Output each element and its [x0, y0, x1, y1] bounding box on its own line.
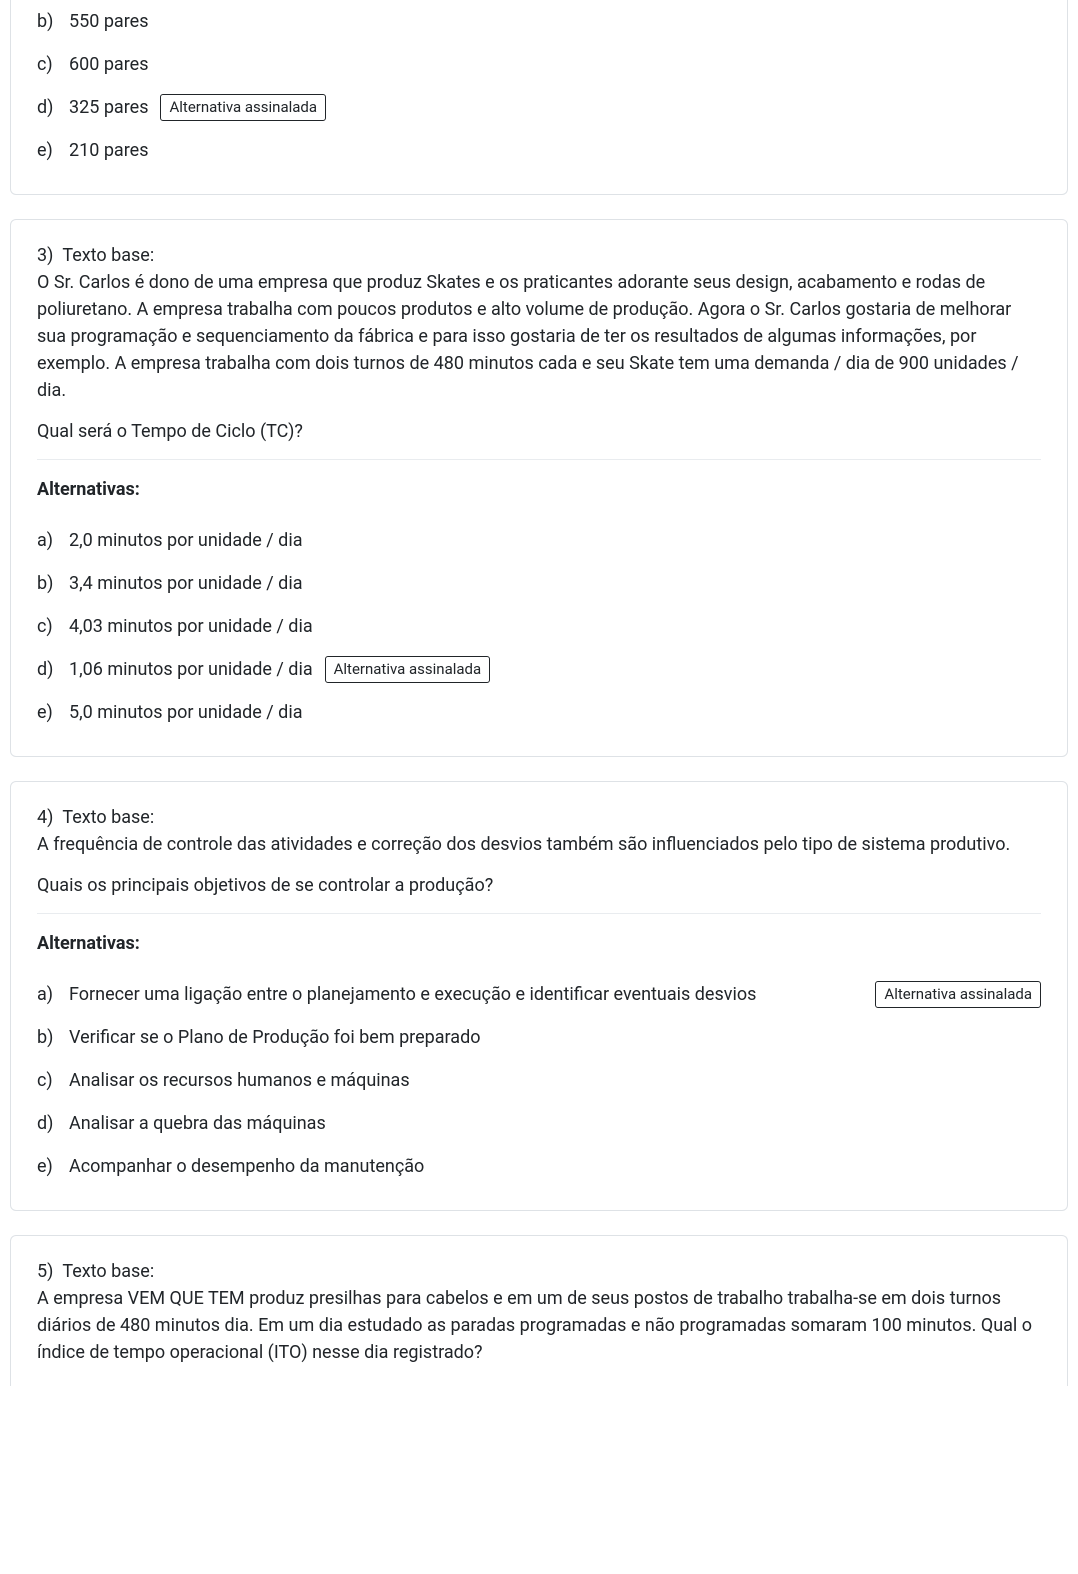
- question-number: 5): [37, 1261, 53, 1282]
- alternative-item: d) 1,06 minutos por unidade / dia Altern…: [37, 648, 1041, 691]
- alternative-text: 5,0 minutos por unidade / dia: [69, 699, 303, 726]
- alternative-item: e) Acompanhar o desempenho da manutenção: [37, 1145, 1041, 1188]
- alternative-item: e) 210 pares: [37, 129, 1041, 172]
- alternatives-list: a) Fornecer uma ligação entre o planejam…: [37, 973, 1041, 1188]
- alternative-text: 600 pares: [69, 51, 148, 78]
- alternative-text: 2,0 minutos por unidade / dia: [69, 527, 303, 554]
- alternative-item: c) Analisar os recursos humanos e máquin…: [37, 1059, 1041, 1102]
- alternative-text: 325 pares: [69, 94, 148, 121]
- alternative-item: b) Verificar se o Plano de Produção foi …: [37, 1016, 1041, 1059]
- separator: [37, 459, 1041, 460]
- question-card-3: 3) Texto base: O Sr. Carlos é dono de um…: [10, 219, 1068, 757]
- alternative-letter: d): [37, 94, 59, 121]
- alternatives-list: a) 2,0 minutos por unidade / dia b) 3,4 …: [37, 519, 1041, 734]
- alternative-letter: d): [37, 1110, 59, 1137]
- question-card-5-partial: 5) Texto base: A empresa VEM QUE TEM pro…: [10, 1235, 1068, 1386]
- alternative-text: Analisar a quebra das máquinas: [69, 1110, 326, 1137]
- question-prompt: Qual será o Tempo de Ciclo (TC)?: [37, 418, 1041, 445]
- base-text: A frequência de controle das atividades …: [37, 834, 1010, 855]
- alternative-text: 550 pares: [69, 8, 148, 35]
- alternative-text: Fornecer uma ligação entre o planejament…: [69, 981, 845, 1008]
- alternative-item: c) 600 pares: [37, 43, 1041, 86]
- alternative-item: a) Fornecer uma ligação entre o planejam…: [37, 973, 1041, 1016]
- question-prompt: Quais os principais objetivos de se cont…: [37, 872, 1041, 899]
- alternative-letter: e): [37, 699, 59, 726]
- alternative-letter: c): [37, 1067, 59, 1094]
- alternative-text: Analisar os recursos humanos e máquinas: [69, 1067, 410, 1094]
- alternative-text: 1,06 minutos por unidade / dia: [69, 656, 313, 683]
- base-label: Texto base:: [62, 1261, 154, 1282]
- question-number: 4): [37, 807, 53, 828]
- alternative-text: 210 pares: [69, 137, 148, 164]
- alternatives-heading: Alternativas:: [37, 930, 1041, 957]
- alternative-letter: b): [37, 1024, 59, 1051]
- base-text: A empresa VEM QUE TEM produz presilhas p…: [37, 1288, 1032, 1363]
- question-base: 5) Texto base: A empresa VEM QUE TEM pro…: [37, 1258, 1041, 1366]
- alternative-letter: c): [37, 51, 59, 78]
- alternative-letter: b): [37, 8, 59, 35]
- alternative-item: d) 325 pares Alternativa assinalada: [37, 86, 1041, 129]
- alternatives-heading: Alternativas:: [37, 476, 1041, 503]
- alternative-letter: b): [37, 570, 59, 597]
- alternative-letter: e): [37, 1153, 59, 1180]
- question-number: 3): [37, 245, 53, 266]
- alternative-item: e) 5,0 minutos por unidade / dia: [37, 691, 1041, 734]
- alternative-letter: e): [37, 137, 59, 164]
- alternative-letter: a): [37, 527, 59, 554]
- alternative-letter: c): [37, 613, 59, 640]
- alternative-item: b) 550 pares: [37, 0, 1041, 43]
- base-text: O Sr. Carlos é dono de uma empresa que p…: [37, 272, 1019, 401]
- question-base: 4) Texto base: A frequência de controle …: [37, 804, 1041, 858]
- alternative-letter: d): [37, 656, 59, 683]
- alternative-item: d) Analisar a quebra das máquinas: [37, 1102, 1041, 1145]
- question-base: 3) Texto base: O Sr. Carlos é dono de um…: [37, 242, 1041, 404]
- question-card-4: 4) Texto base: A frequência de controle …: [10, 781, 1068, 1211]
- alternatives-list: b) 550 pares c) 600 pares d) 325 pares A…: [37, 0, 1041, 172]
- alternative-text: Verificar se o Plano de Produção foi bem…: [69, 1024, 481, 1051]
- alternative-letter: a): [37, 981, 59, 1008]
- alternative-item: b) 3,4 minutos por unidade / dia: [37, 562, 1041, 605]
- base-label: Texto base:: [62, 245, 154, 266]
- alternative-item: c) 4,03 minutos por unidade / dia: [37, 605, 1041, 648]
- separator: [37, 913, 1041, 914]
- question-card-2-partial: b) 550 pares c) 600 pares d) 325 pares A…: [10, 0, 1068, 195]
- marked-badge: Alternativa assinalada: [325, 656, 491, 683]
- base-label: Texto base:: [62, 807, 154, 828]
- marked-badge: Alternativa assinalada: [875, 981, 1041, 1008]
- alternative-text: Acompanhar o desempenho da manutenção: [69, 1153, 424, 1180]
- alternative-text: 3,4 minutos por unidade / dia: [69, 570, 303, 597]
- alternative-item: a) 2,0 minutos por unidade / dia: [37, 519, 1041, 562]
- alternative-text: 4,03 minutos por unidade / dia: [69, 613, 313, 640]
- marked-badge: Alternativa assinalada: [160, 94, 326, 121]
